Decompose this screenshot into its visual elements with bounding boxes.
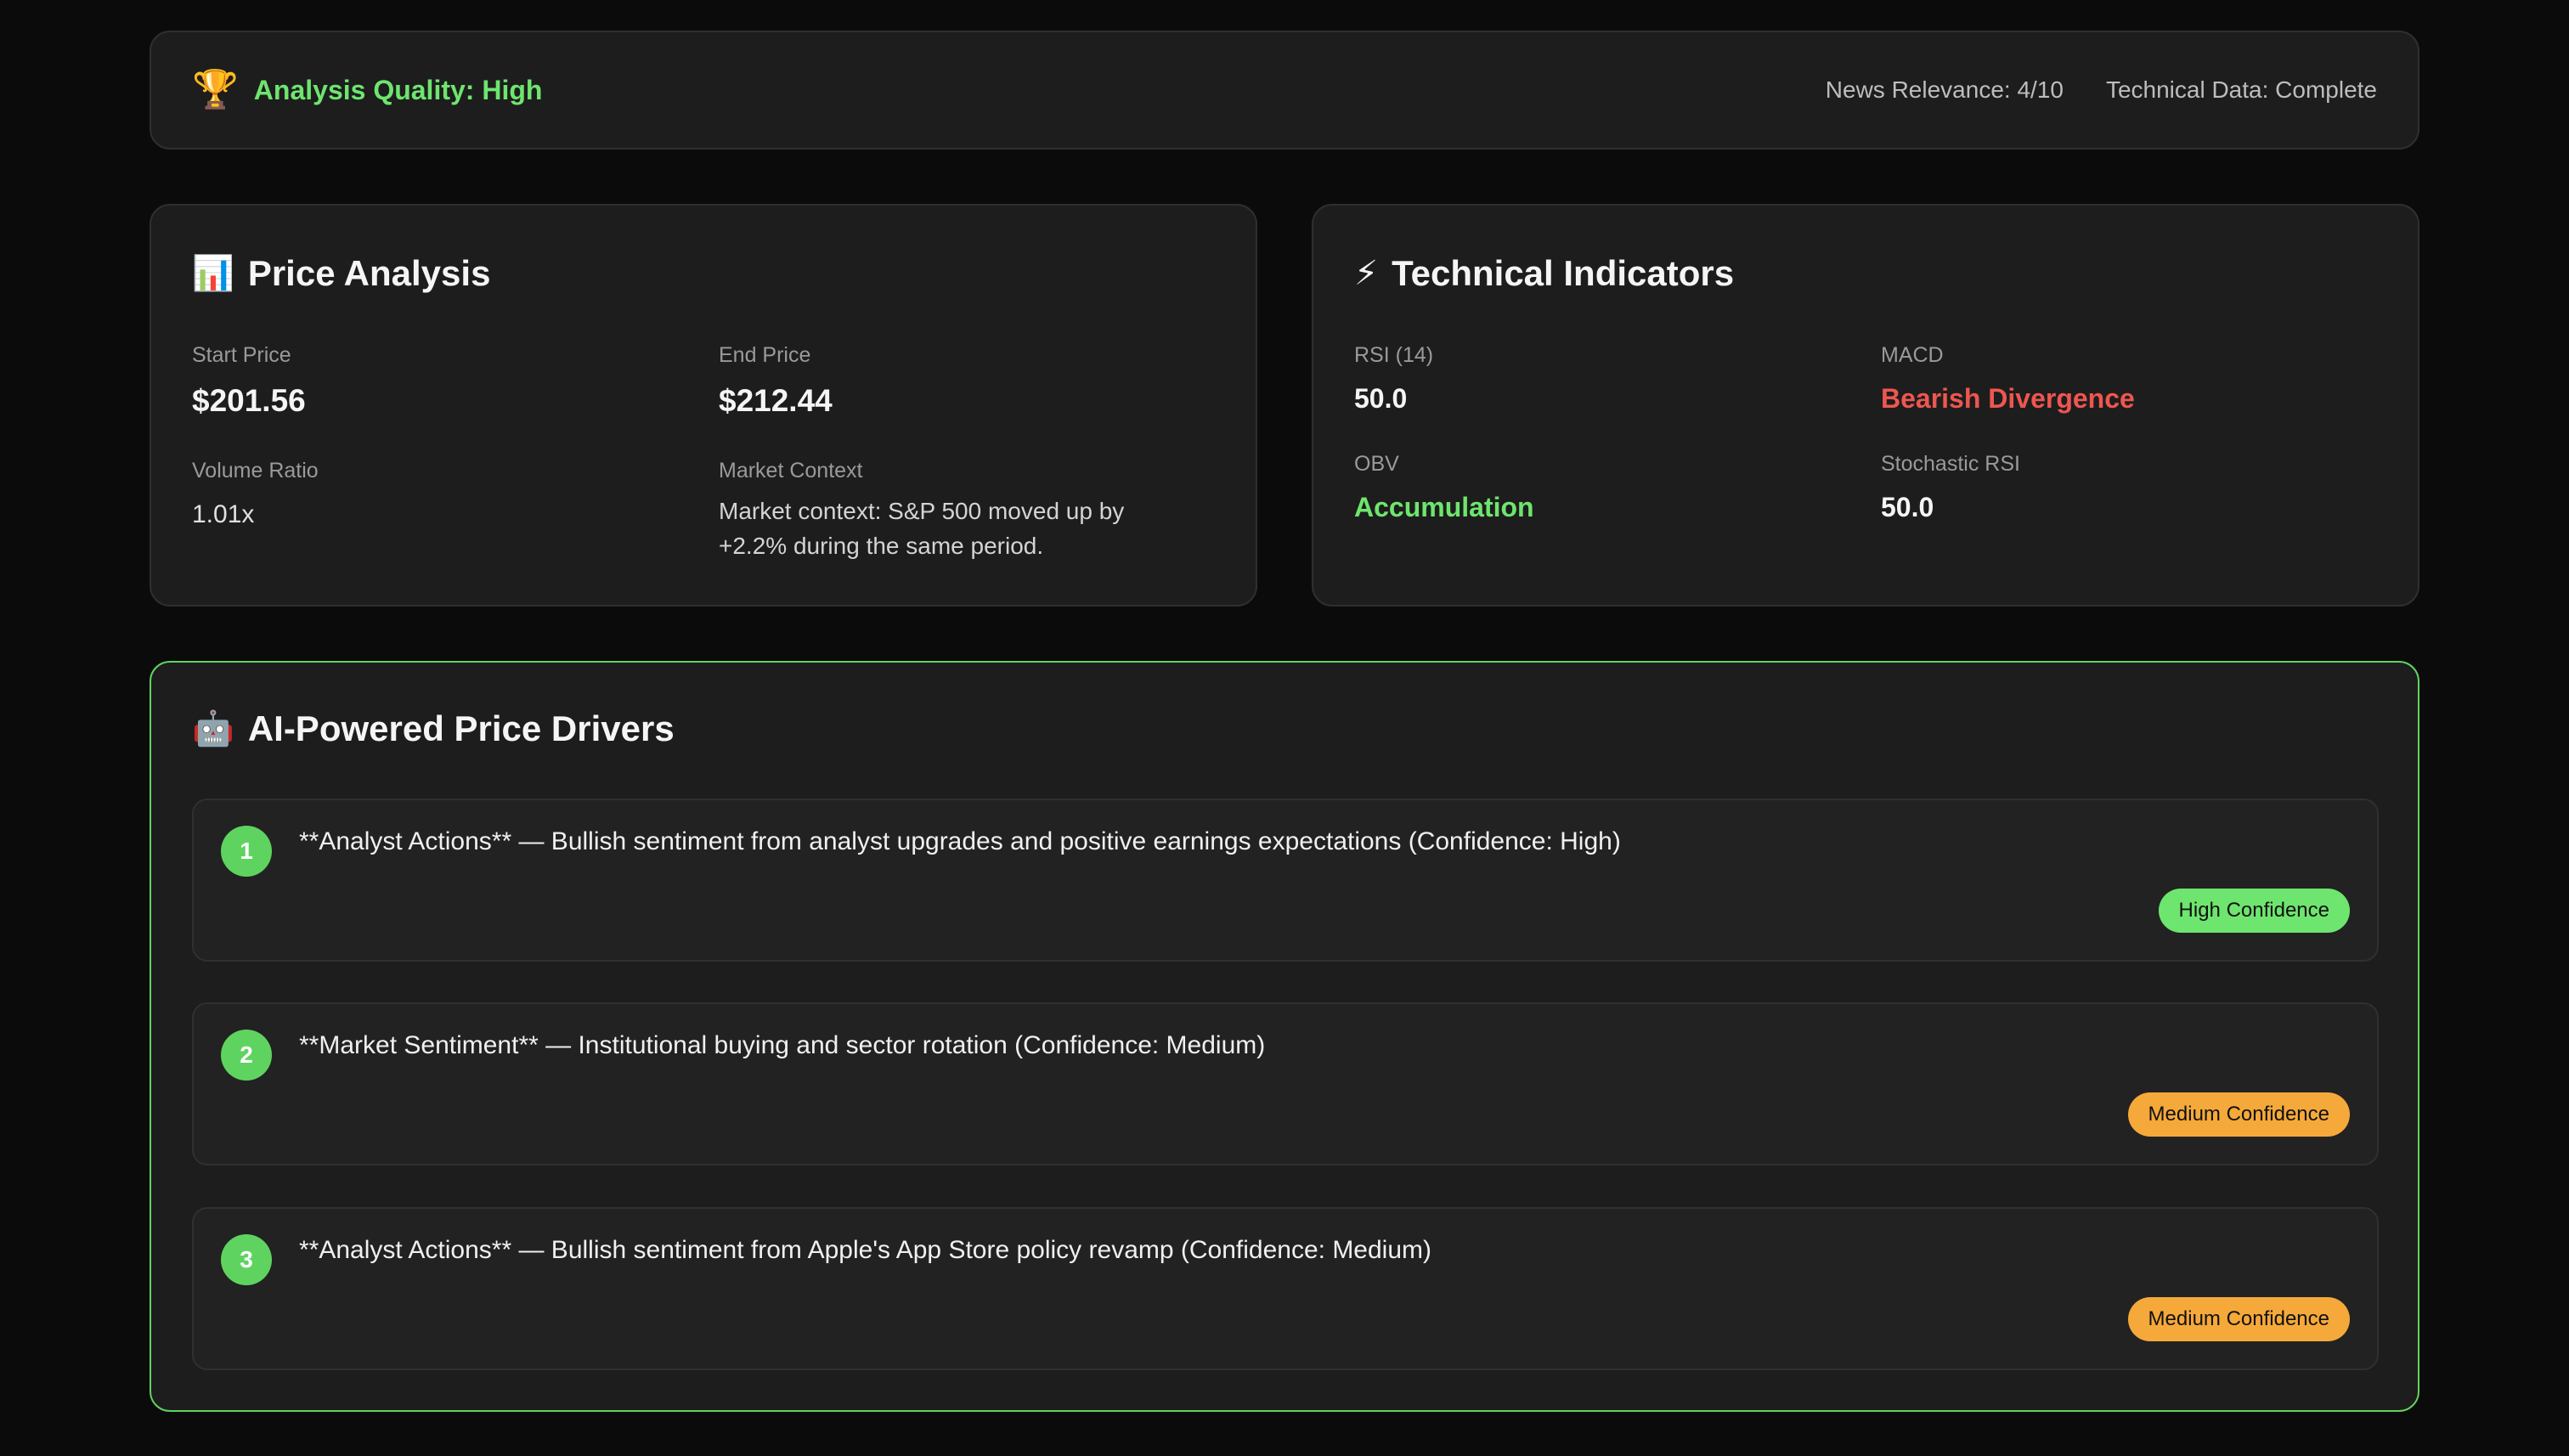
obv-value: Accumulation [1354,492,1534,522]
price-drivers-heading: 🤖 AI-Powered Price Drivers [192,708,675,749]
analysis-quality-bar: 🏆 Analysis Quality: High News Relevance:… [150,31,2419,150]
driver-number: 2 [221,1030,272,1081]
end-price-field: End Price $212.44 [719,343,833,419]
stochastic-rsi-field: Stochastic RSI 50.0 [1881,452,2020,523]
start-price-value: $201.56 [192,383,306,418]
driver-text: **Market Sentiment** — Institutional buy… [299,1031,1266,1059]
volume-ratio-field: Volume Ratio 1.01x [192,459,319,529]
bar-chart-icon: 📊 [192,255,234,292]
price-drivers-title: AI-Powered Price Drivers [247,708,675,748]
analysis-quality-label: Analysis Quality: High [253,74,543,105]
start-price-field: Start Price $201.56 [192,343,306,419]
end-price-value: $212.44 [719,383,833,418]
driver-number: 1 [221,826,272,877]
price-analysis-heading: 📊 Price Analysis [192,253,490,294]
volume-ratio-label: Volume Ratio [192,459,319,483]
market-context-value: Market context: S&P 500 moved up by +2.2… [719,498,1125,559]
market-context-field: Market Context Market context: S&P 500 m… [719,459,1194,563]
news-relevance: News Relevance: 4/10 [1825,76,2064,103]
confidence-badge: Medium Confidence [2127,1092,2350,1137]
driver-text: **Analyst Actions** — Bullish sentiment … [299,1236,1432,1264]
technical-indicators-title: Technical Indicators [1392,253,1735,293]
obv-label: OBV [1354,452,1399,476]
analysis-quality-group: 🏆 Analysis Quality: High [192,71,542,109]
price-analysis-title: Price Analysis [247,253,491,293]
technical-data-status: Technical Data: Complete [2105,76,2377,103]
confidence-badge: High Confidence [2158,889,2350,933]
quality-meta: News Relevance: 4/10 Technical Data: Com… [1826,76,2377,104]
driver-item: 1 **Analyst Actions** — Bullish sentimen… [192,799,2379,962]
end-price-label: End Price [719,343,811,367]
driver-text: **Analyst Actions** — Bullish sentiment … [299,827,1621,855]
trophy-icon: 🏆 [192,69,239,110]
volume-ratio-value: 1.01x [192,500,255,528]
rsi-value: 50.0 [1354,383,1408,414]
start-price-label: Start Price [192,343,291,367]
driver-number: 3 [221,1234,272,1285]
macd-value: Bearish Divergence [1881,383,2135,414]
macd-field: MACD Bearish Divergence [1881,343,2135,415]
rsi-label: RSI (14) [1354,343,1434,367]
stochastic-rsi-label: Stochastic RSI [1881,452,2020,476]
stochastic-rsi-value: 50.0 [1881,492,1934,522]
technical-indicators-heading: ⚡ Technical Indicators [1354,253,1734,294]
confidence-badge: Medium Confidence [2127,1297,2350,1341]
market-context-label: Market Context [719,459,863,483]
technical-indicators-card: ⚡ Technical Indicators RSI (14) 50.0 MAC… [1312,204,2419,607]
price-drivers-card: 🤖 AI-Powered Price Drivers 1 **Analyst A… [150,661,2419,1412]
obv-field: OBV Accumulation [1354,452,1534,523]
lightning-icon: ⚡ [1354,255,1379,292]
macd-label: MACD [1881,343,1944,367]
driver-item: 2 **Market Sentiment** — Institutional b… [192,1002,2379,1165]
robot-icon: 🤖 [192,710,234,748]
driver-item: 3 **Analyst Actions** — Bullish sentimen… [192,1207,2379,1370]
price-analysis-card: 📊 Price Analysis Start Price $201.56 End… [150,204,1257,607]
rsi-field: RSI (14) 50.0 [1354,343,1433,415]
